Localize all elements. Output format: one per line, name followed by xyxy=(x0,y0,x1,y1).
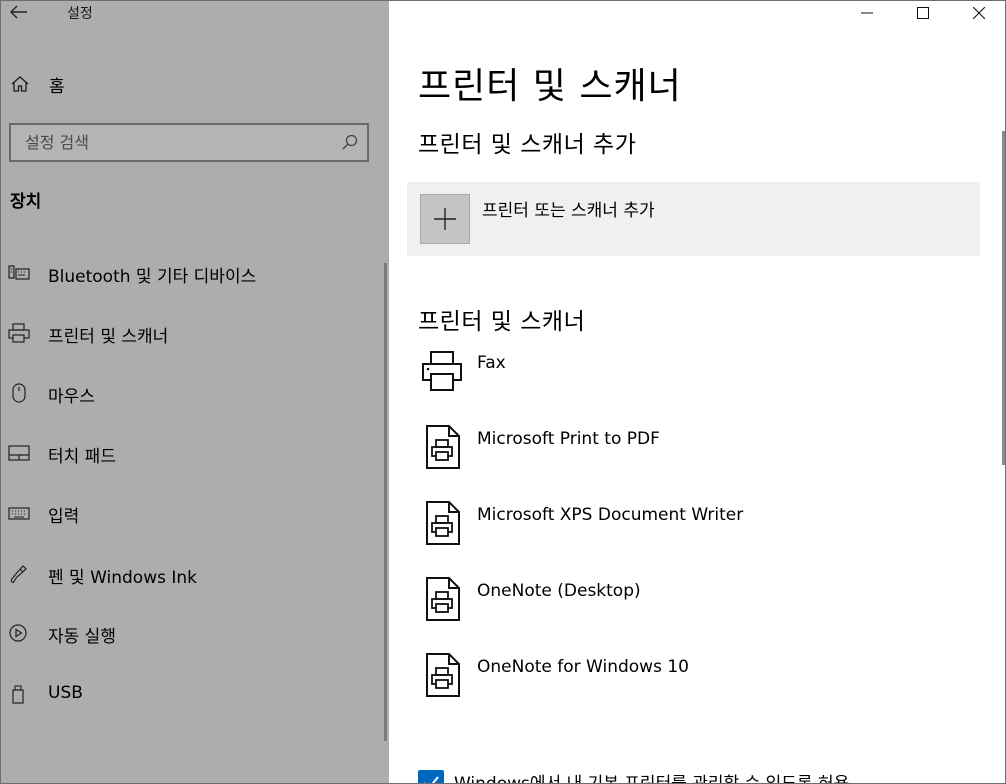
printer-icon xyxy=(8,323,30,343)
printer-name: OneNote (Desktop) xyxy=(477,581,641,601)
back-arrow-icon xyxy=(10,5,27,19)
printer-name: Microsoft XPS Document Writer xyxy=(477,505,744,525)
maximize-icon xyxy=(917,7,929,19)
keyboard-icon xyxy=(8,507,30,520)
usb-icon xyxy=(12,685,24,704)
search-box xyxy=(9,123,369,162)
autoplay-icon xyxy=(9,624,27,642)
add-printer-label: 프린터 또는 스캐너 추가 xyxy=(482,201,655,221)
printer-item-onenote-win10[interactable]: OneNote for Windows 10 xyxy=(407,653,980,725)
printer-item-fax[interactable]: Fax xyxy=(407,349,980,421)
printer-item-pdf[interactable]: Microsoft Print to PDF xyxy=(407,425,980,497)
sidebar-item-usb[interactable]: USB xyxy=(1,672,381,716)
search-input[interactable] xyxy=(11,125,331,160)
app-title: 설정 xyxy=(67,6,93,22)
fax-printer-icon xyxy=(422,351,462,391)
add-printer-card[interactable]: 프린터 또는 스캐너 추가 xyxy=(407,182,980,256)
sidebar-item-label: 펜 및 Windows Ink xyxy=(48,568,198,588)
sidebar-item-bluetooth[interactable]: Bluetooth 및 기타 디바이스 xyxy=(1,251,381,295)
add-section-title: 프린터 및 스캐너 추가 xyxy=(418,132,637,158)
sidebar-item-label: 마우스 xyxy=(48,387,95,407)
add-printer-button[interactable] xyxy=(420,194,470,244)
sidebar-item-label: Bluetooth 및 기타 디바이스 xyxy=(48,267,257,287)
sidebar-item-pen[interactable]: 펜 및 Windows Ink xyxy=(1,552,381,596)
printer-item-xps[interactable]: Microsoft XPS Document Writer xyxy=(407,501,980,573)
bluetooth-devices-icon xyxy=(8,265,30,280)
search-icon[interactable] xyxy=(341,133,359,151)
close-button[interactable] xyxy=(956,1,1002,25)
sidebar-item-label: USB xyxy=(48,683,83,703)
sidebar-item-printers[interactable]: 프린터 및 스캐너 xyxy=(1,311,381,355)
printer-list-title: 프린터 및 스캐너 xyxy=(418,309,586,335)
printer-item-onenote-desktop[interactable]: OneNote (Desktop) xyxy=(407,577,980,649)
pen-icon xyxy=(10,565,27,584)
home-icon xyxy=(11,76,29,92)
document-printer-icon xyxy=(426,501,460,545)
checkmark-icon xyxy=(424,776,439,783)
sidebar-item-label: 프린터 및 스캐너 xyxy=(48,327,169,347)
manage-default-checkbox[interactable] xyxy=(418,770,444,783)
document-printer-icon xyxy=(426,653,460,697)
maximize-button[interactable] xyxy=(900,1,946,25)
sidebar-item-label: 자동 실행 xyxy=(48,627,116,647)
sidebar: 설정 홈 장치 Bluetooth 및 기타 디바이스 프린터 및 스캐너 마우… xyxy=(1,1,389,783)
plus-icon xyxy=(434,208,456,230)
sidebar-item-mouse[interactable]: 마우스 xyxy=(1,371,381,415)
mouse-icon xyxy=(12,383,26,403)
page-title: 프린터 및 스캐너 xyxy=(418,66,682,107)
minimize-button[interactable] xyxy=(844,1,890,25)
touchpad-icon xyxy=(8,445,30,461)
close-icon xyxy=(973,7,985,19)
sidebar-item-home[interactable]: 홈 xyxy=(1,67,389,101)
sidebar-item-label: 홈 xyxy=(49,77,65,97)
printer-name: OneNote for Windows 10 xyxy=(477,657,689,677)
sidebar-scrollbar[interactable] xyxy=(384,263,387,741)
document-printer-icon xyxy=(426,577,460,621)
document-printer-icon xyxy=(426,425,460,469)
printer-name: Microsoft Print to PDF xyxy=(477,429,660,449)
manage-default-label: Windows에서 내 기본 프린터를 관리할 수 있도록 허용 xyxy=(454,774,850,784)
section-title: 장치 xyxy=(10,192,42,212)
back-button[interactable] xyxy=(5,1,33,23)
sidebar-item-touchpad[interactable]: 터치 패드 xyxy=(1,431,381,475)
sidebar-item-autoplay[interactable]: 자동 실행 xyxy=(1,611,381,655)
minimize-icon xyxy=(861,12,873,14)
sidebar-item-label: 터치 패드 xyxy=(48,447,116,467)
printer-name: Fax xyxy=(477,353,506,373)
settings-window: 설정 홈 장치 Bluetooth 및 기타 디바이스 프린터 및 스캐너 마우… xyxy=(0,0,1006,784)
content-scrollbar[interactable] xyxy=(1002,131,1005,465)
sidebar-item-typing[interactable]: 입력 xyxy=(1,491,381,535)
sidebar-item-label: 입력 xyxy=(48,507,80,527)
